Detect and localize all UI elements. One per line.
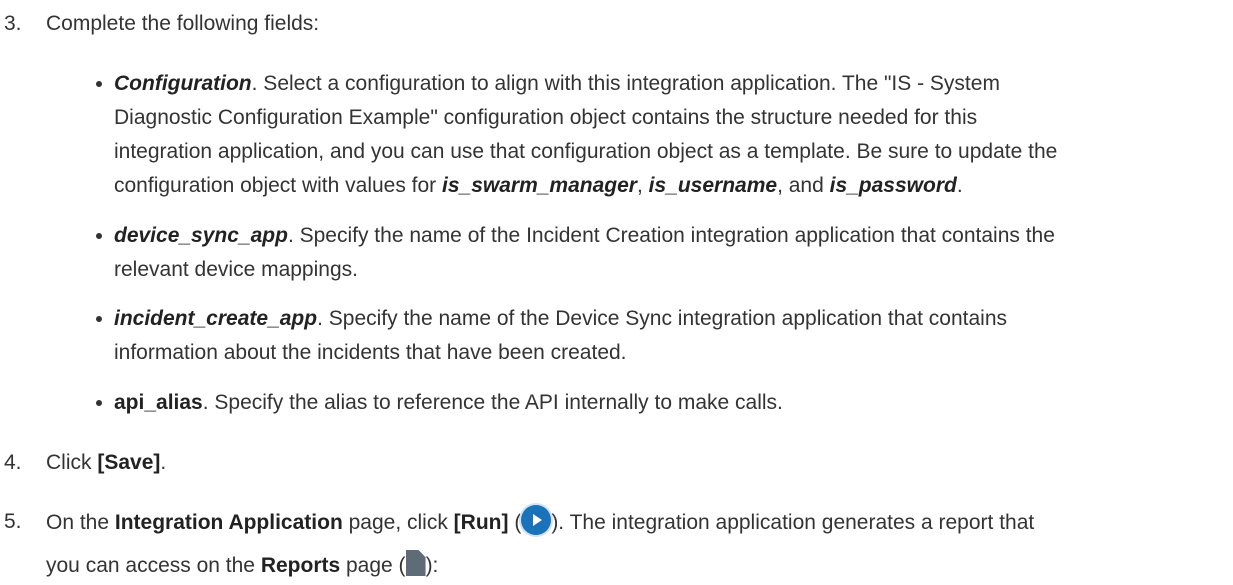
- step-number: 5.: [4, 510, 22, 533]
- page-name-reference: Integration Application: [114, 511, 343, 534]
- field-description: integration application, and you can use…: [114, 140, 1058, 163]
- bullet-dot: [96, 316, 102, 322]
- field-value-name: is_username: [648, 174, 778, 197]
- field-description: information about the incidents that hav…: [114, 341, 627, 364]
- step-number: 4.: [4, 451, 22, 474]
- step-text-part: .: [160, 451, 167, 474]
- field-description: Diagnostic Configuration Example" config…: [114, 106, 978, 129]
- separator: ,: [636, 174, 649, 197]
- step-text-part: On the: [46, 511, 115, 534]
- field-name: Configuration: [114, 72, 252, 95]
- field-value-name: is_password: [829, 174, 957, 197]
- reports-page-reference: Reports: [260, 554, 341, 577]
- step-text-part: page (: [340, 554, 406, 577]
- step-text-part: ). The integration application generates…: [551, 511, 1035, 534]
- bullet-dot: [96, 400, 102, 406]
- play-circle-icon: [521, 505, 552, 535]
- save-button-reference: [Save]: [97, 451, 161, 474]
- field-description: relevant device mappings.: [114, 258, 358, 281]
- field-description: . Specify the name of the Incident Creat…: [287, 224, 1055, 247]
- field-api-alias: api_alias. Specify the alias to referenc…: [96, 386, 1224, 420]
- separator: , and: [777, 174, 830, 197]
- step-number: 3.: [4, 12, 22, 35]
- field-description: configuration object with values for: [114, 174, 443, 197]
- documentation-page: 3. Complete the following fields: Config…: [0, 0, 1233, 585]
- step-text-part: (: [508, 511, 522, 534]
- field-name: incident_create_app: [114, 307, 318, 330]
- field-description: . Specify the alias to reference the API…: [202, 391, 783, 414]
- field-configuration: Configuration. Select a configuration to…: [96, 67, 1224, 203]
- separator: .: [956, 174, 963, 197]
- field-incident-create-app: incident_create_app. Specify the name of…: [96, 302, 1224, 370]
- step-text-part: Click: [46, 451, 98, 474]
- bullet-dot: [96, 233, 102, 239]
- field-description: . Select a configuration to align with t…: [251, 72, 1000, 95]
- step-text-part: page, click: [342, 511, 454, 534]
- bullet-dot: [96, 81, 102, 87]
- field-name: device_sync_app: [114, 224, 288, 247]
- field-name: api_alias: [114, 391, 203, 414]
- step-text-part: you can access on the: [46, 554, 261, 577]
- step-text-part: ):: [425, 554, 439, 577]
- step-text: Complete the following fields:: [46, 12, 320, 35]
- field-device-sync-app: device_sync_app. Specify the name of the…: [96, 219, 1224, 287]
- step-text: Click [Save].: [46, 446, 1226, 480]
- run-button-reference: [Run]: [453, 511, 509, 534]
- field-value-name: is_swarm_manager: [442, 174, 637, 197]
- document-icon: [405, 550, 426, 576]
- step-text: On the Integration Application page, cli…: [46, 505, 1226, 581]
- field-description: . Specify the name of the Device Sync in…: [317, 307, 1007, 330]
